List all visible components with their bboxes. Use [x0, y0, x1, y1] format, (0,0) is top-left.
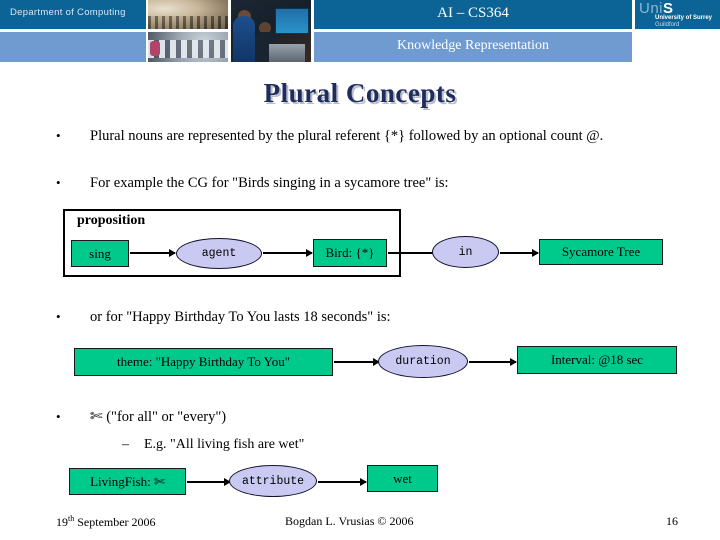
- forall-symbol-icon: ✄: [90, 407, 103, 425]
- course-title-banner: AI – CS364: [314, 0, 632, 29]
- arrow-agent-to-bird: [263, 249, 313, 257]
- logo-lower-spacer: [635, 32, 720, 62]
- bullet-dot-icon: •: [56, 309, 61, 324]
- department-banner: Department of Computing: [0, 0, 146, 29]
- department-label: Department of Computing: [10, 7, 126, 18]
- bullet-dot-icon: •: [56, 128, 61, 143]
- sub-bullet-item-1: – E.g. "All living fish are wet": [122, 437, 622, 453]
- footer-date-number: 19: [56, 515, 68, 529]
- arrow-attribute-to-wet: [318, 478, 367, 486]
- university-city: Guildford: [655, 22, 680, 28]
- footer-page-number: 16: [666, 514, 678, 528]
- slide-header: Department of Computing AI – CS364 Knowl…: [0, 0, 720, 62]
- proposition-frame-label: proposition: [77, 213, 146, 228]
- concept-node-theme: theme: "Happy Birthday To You": [74, 348, 333, 376]
- photo-students-at-screen: [231, 0, 311, 62]
- bullet-dot-icon: •: [56, 175, 61, 190]
- university-logo: UniS University of Surrey Guildford: [635, 0, 720, 29]
- photo-computer-lab: [148, 32, 228, 62]
- arrow-duration-to-interval: [469, 358, 517, 366]
- photo-figure-head-left: [238, 10, 251, 23]
- arrow-theme-to-duration: [334, 358, 380, 366]
- course-subtitle: Knowledge Representation: [396, 38, 549, 53]
- bullet-item-2: • For example the CG for "Birds singing …: [56, 174, 676, 192]
- concept-node-wet: wet: [367, 465, 438, 492]
- photo-laptop: [269, 44, 305, 62]
- bullet-item-1: • Plural nouns are represented by the pl…: [56, 127, 676, 145]
- concept-node-interval: Interval: @18 sec: [517, 346, 677, 374]
- sub-bullet-text-1: E.g. "All living fish are wet": [144, 437, 305, 452]
- bullet-text-4: ✄ ("for all" or "every"): [90, 408, 676, 426]
- footer-date-rest: September 2006: [74, 515, 156, 529]
- footer-date: 19th September 2006: [56, 514, 156, 530]
- bullet-text-4-suffix: ("for all" or "every"): [106, 409, 227, 425]
- arrow-sing-to-agent: [130, 249, 176, 257]
- slide-footer: 19th September 2006 Bogdan L. Vrusias © …: [0, 512, 720, 534]
- relation-node-duration: duration: [378, 345, 468, 378]
- relation-node-agent: agent: [176, 238, 262, 269]
- footer-author: Bogdan L. Vrusias © 2006: [285, 514, 414, 528]
- bullet-text-1: Plural nouns are represented by the plur…: [90, 128, 604, 144]
- sub-bullet-dash-icon: –: [122, 437, 129, 452]
- arrow-livingfish-to-attribute: [187, 478, 231, 486]
- university-name: University of Surrey: [655, 15, 713, 21]
- department-banner-lower: [0, 32, 146, 62]
- bullet-item-3: • or for "Happy Birthday To You lasts 18…: [56, 308, 676, 326]
- line-bird-to-in: [388, 252, 434, 254]
- relation-node-in: in: [432, 236, 499, 268]
- relation-node-attribute: attribute: [229, 465, 317, 497]
- concept-node-sycamore-tree: Sycamore Tree: [539, 239, 663, 265]
- concept-node-sing: sing: [71, 240, 129, 267]
- bullet-item-4: • ✄ ("for all" or "every"): [56, 408, 676, 426]
- course-subtitle-banner: Knowledge Representation: [314, 32, 632, 62]
- bullet-dot-icon: •: [56, 409, 61, 424]
- arrow-in-to-sycamore: [500, 249, 539, 257]
- concept-node-bird: Bird: {*}: [313, 239, 387, 267]
- course-title: AI – CS364: [437, 5, 509, 21]
- bullet-text-3: or for "Happy Birthday To You lasts 18 s…: [90, 309, 391, 325]
- photo-lecture-hall: [148, 0, 228, 29]
- bullet-text-2: For example the CG for "Birds singing in…: [90, 175, 449, 191]
- page-title: Plural Concepts: [263, 78, 457, 108]
- concept-node-living-fish: LivingFish: ✄: [69, 468, 186, 495]
